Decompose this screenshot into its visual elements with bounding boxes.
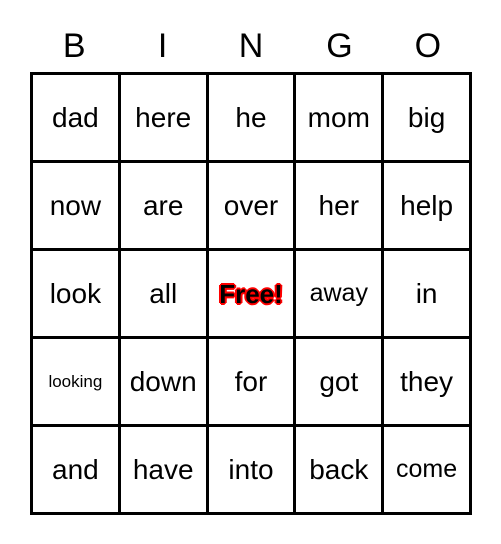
bingo-cell-label: her [318,189,360,221]
bingo-free-space-label: Free! [219,278,283,309]
bingo-header-letter-i: I [157,27,168,65]
bingo-cell[interactable]: look [33,251,121,339]
bingo-cell[interactable]: away [296,251,385,339]
bingo-card: B I N G O dad here he mom big now are ov… [0,0,501,544]
bingo-cell-label: he [235,101,267,133]
bingo-cell[interactable]: mom [296,75,385,163]
bingo-cell[interactable]: and [33,427,121,515]
bingo-cell[interactable]: here [120,75,209,163]
bingo-cell-label: they [400,365,454,397]
bingo-grid: dad here he mom big now are over her hel… [30,72,472,515]
bingo-cell-label: help [400,189,454,221]
bingo-cell-label: away [309,279,368,307]
bingo-cell[interactable]: help [384,163,472,251]
bingo-cell-label: are [142,189,184,221]
bingo-cell[interactable]: all [120,251,209,339]
bingo-cell-label: come [396,455,458,483]
bingo-cell-label: back [309,453,369,485]
bingo-cell-label: have [132,453,194,485]
bingo-header-letter-o: O [414,27,442,65]
bingo-cell[interactable]: he [208,75,297,163]
bingo-cell[interactable]: looking [33,339,121,427]
bingo-header-letter-b: B [62,27,86,65]
bingo-header-letter-g: G [326,27,353,65]
bingo-cell-label: looking [48,372,103,391]
bingo-cell[interactable]: are [120,163,209,251]
bingo-cell[interactable]: they [384,339,472,427]
bingo-cell[interactable]: dad [33,75,121,163]
bingo-cell-label: for [234,365,268,397]
bingo-cell[interactable]: her [296,163,385,251]
bingo-cell-label: big [407,101,446,133]
bingo-cell[interactable]: back [296,427,385,515]
bingo-cell-label: got [319,365,359,397]
bingo-cell-label: down [129,365,197,397]
bingo-cell-label: mom [307,101,370,133]
bingo-cell-label: look [49,277,102,309]
bingo-cell[interactable]: got [296,339,385,427]
bingo-cell-label: and [52,453,99,485]
bingo-cell[interactable]: come [384,427,472,515]
bingo-cell[interactable]: big [384,75,472,163]
bingo-cell[interactable]: into [208,427,297,515]
bingo-cell-label: over [223,189,279,221]
bingo-cell[interactable]: in [384,251,472,339]
bingo-cell-label: into [228,453,274,485]
bingo-cell-label: now [49,189,102,221]
bingo-header-row: B I N G O [30,22,472,70]
bingo-cell[interactable]: over [208,163,297,251]
bingo-cell[interactable]: have [120,427,209,515]
bingo-cell-label: all [149,277,178,309]
bingo-header-letter-n: N [238,27,264,65]
bingo-cell-label: here [135,101,192,133]
bingo-free-space-cell[interactable]: Free! [208,251,297,339]
bingo-cell-label: dad [52,101,99,133]
bingo-cell[interactable]: for [208,339,297,427]
bingo-cell-label: in [415,277,438,309]
bingo-cell[interactable]: now [33,163,121,251]
bingo-cell[interactable]: down [120,339,209,427]
